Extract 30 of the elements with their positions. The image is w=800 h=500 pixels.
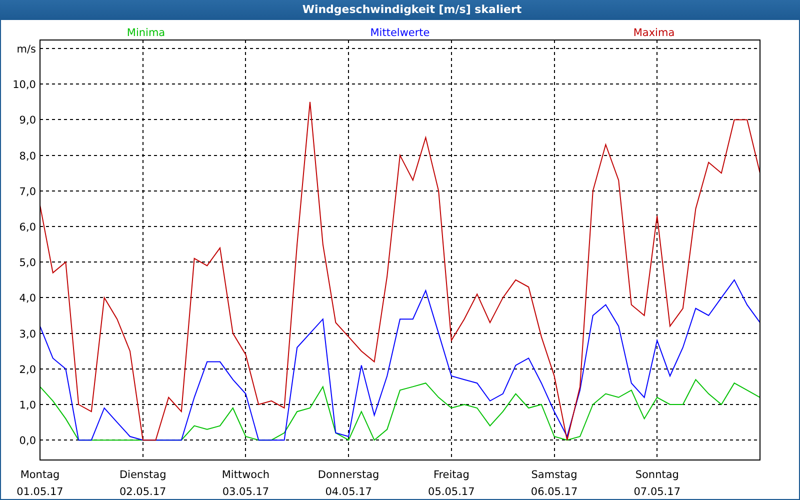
x-tick-label: Dienstag bbox=[119, 469, 166, 481]
date-label: 05.05.17 bbox=[428, 486, 475, 498]
y-tick-label: 2,0 bbox=[19, 364, 36, 376]
y-tick-label: 5,0 bbox=[19, 257, 36, 270]
x-tick-label: Montag bbox=[20, 469, 60, 481]
x-tick-label: Mittwoch bbox=[222, 469, 270, 481]
y-tick-label: 9,0 bbox=[19, 114, 36, 127]
y-tick-label: 8,0 bbox=[19, 150, 36, 162]
y-tick-label: 0,0 bbox=[19, 435, 36, 448]
window-title: Windgeschwindigkeit [m/s] skaliert bbox=[0, 0, 800, 20]
y-tick-label: 7,0 bbox=[19, 186, 36, 198]
y-tick-label: 10,0 bbox=[12, 79, 36, 92]
y-tick-label: 3,0 bbox=[19, 328, 36, 340]
y-tick-label: 6,0 bbox=[19, 222, 36, 234]
x-tick-label: Freitag bbox=[433, 469, 470, 481]
date-label: 02.05.17 bbox=[119, 486, 166, 498]
axis-unit-label: m/s bbox=[16, 44, 36, 56]
date-label: 07.05.17 bbox=[634, 486, 681, 498]
legend-label: Maxima bbox=[633, 27, 675, 39]
x-tick-label: Samstag bbox=[531, 469, 578, 481]
date-label: 04.05.17 bbox=[325, 486, 372, 498]
date-label: 03.05.17 bbox=[222, 486, 270, 498]
date-label: 06.05.17 bbox=[530, 486, 578, 498]
y-tick-label: 1,0 bbox=[19, 399, 36, 412]
y-tick-label: 4,0 bbox=[19, 292, 36, 305]
legend-label: Minima bbox=[126, 27, 166, 39]
x-tick-label: Donnerstag bbox=[318, 469, 380, 481]
x-tick-label: Sonntag bbox=[635, 469, 679, 481]
date-label: 01.05.17 bbox=[16, 486, 64, 498]
legend-label: Mittelwerte bbox=[370, 27, 430, 39]
